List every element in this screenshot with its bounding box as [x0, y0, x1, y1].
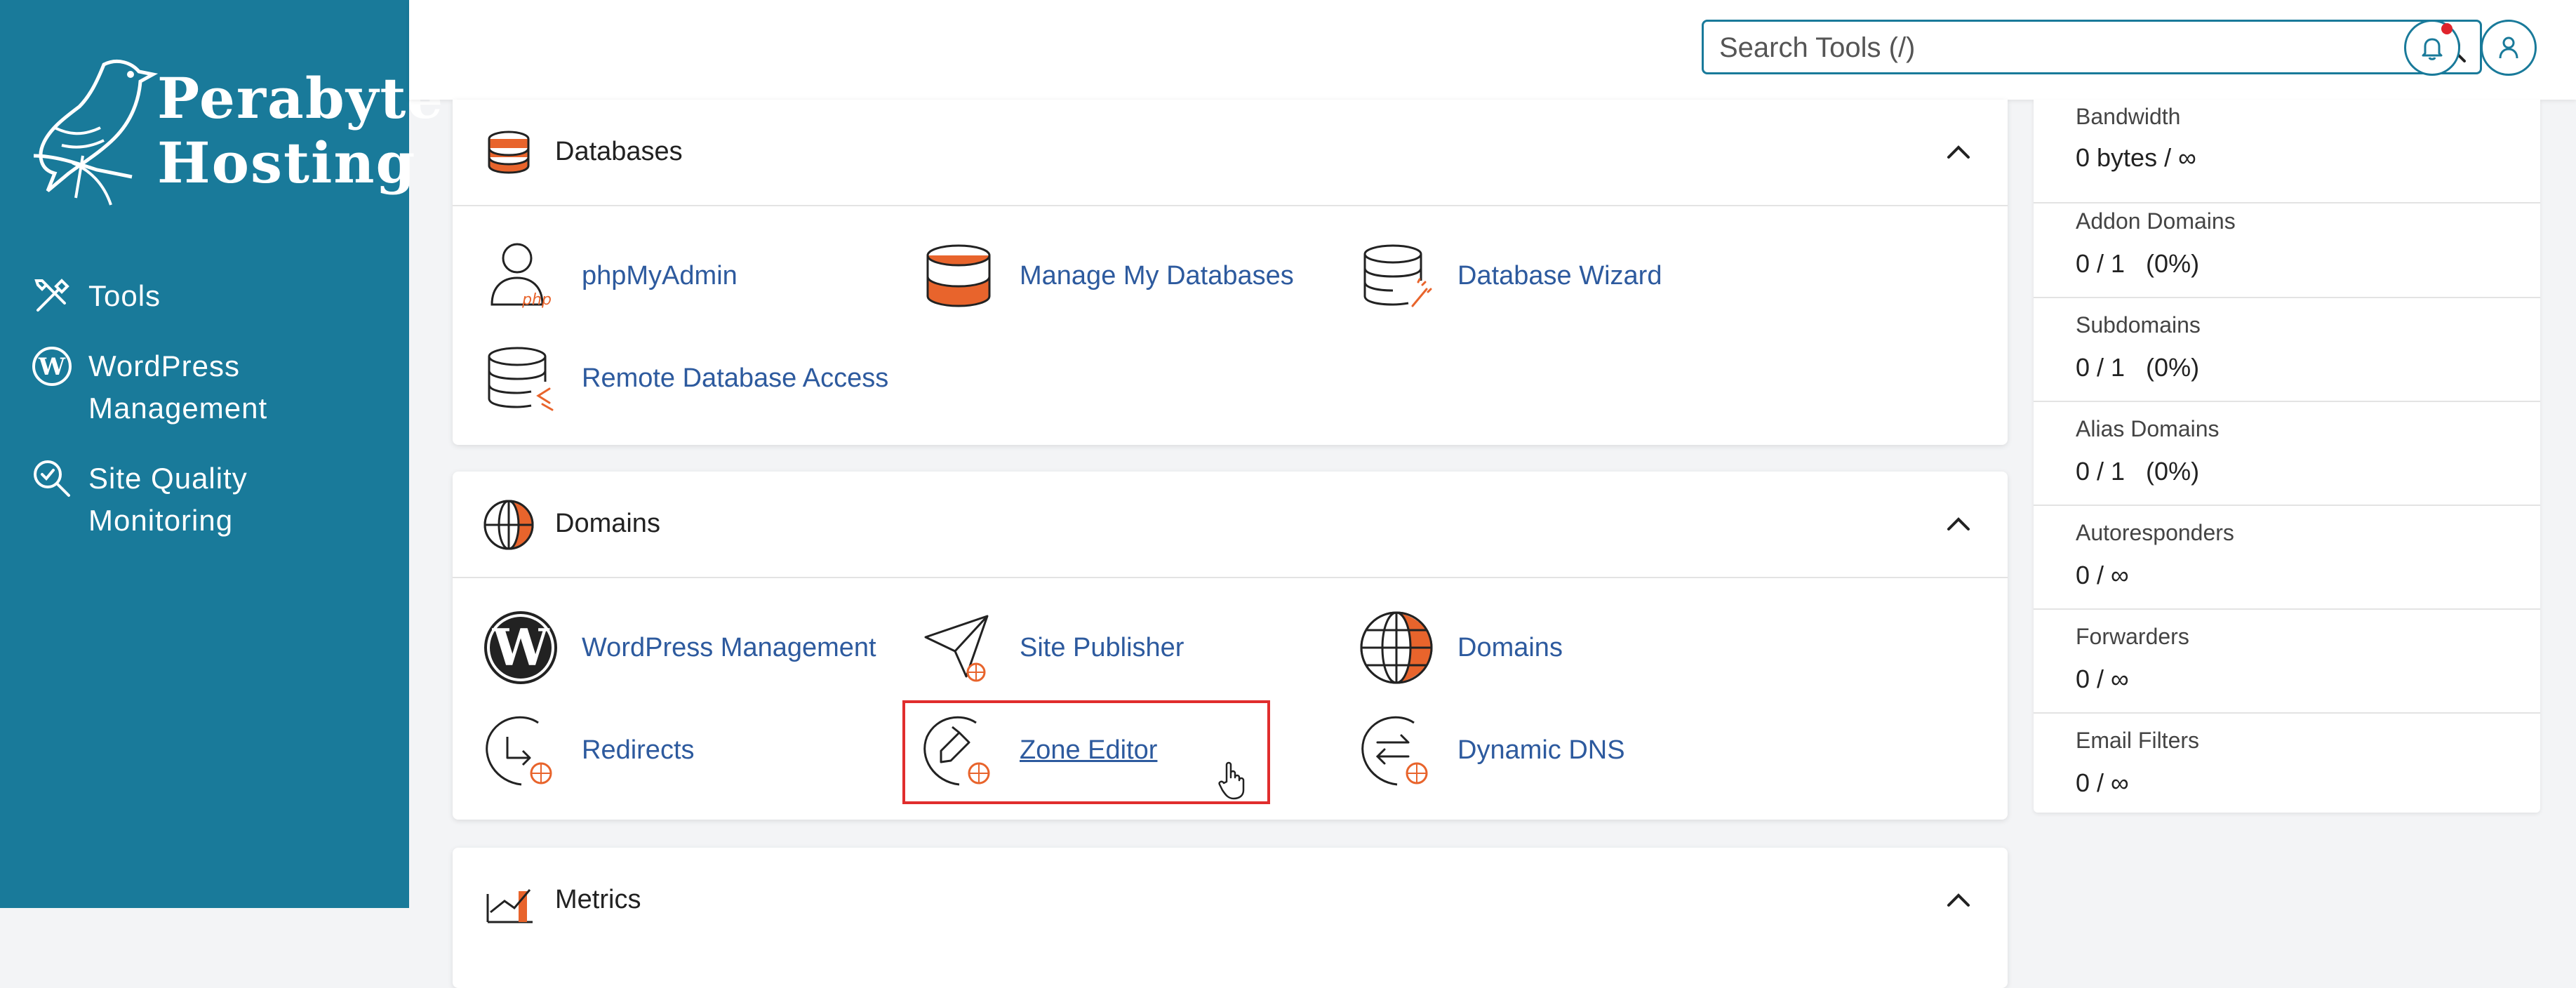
hand-cursor-icon — [1218, 761, 1245, 800]
stat-alias-domains: Alias Domains 0 / 1 (0%) — [2034, 402, 2540, 506]
databases-header[interactable]: Databases — [453, 100, 2008, 206]
site-publisher-icon — [924, 615, 989, 682]
chevron-up-icon[interactable] — [1943, 136, 1974, 167]
tool-label: Site Publisher — [1020, 632, 1184, 662]
databases-section-icon — [488, 131, 530, 174]
stat-label: Addon Domains — [2076, 208, 2236, 234]
sidebar: Perabyte Hosting Tools W WordPress Manag… — [0, 0, 443, 908]
stat-label: Autoresponders — [2076, 520, 2234, 545]
bird-logo-icon — [34, 60, 159, 206]
stat-bandwidth: Bandwidth 0 bytes / ∞ — [2034, 100, 2540, 203]
wordpress-icon: W — [484, 611, 557, 684]
section-title: Metrics — [555, 885, 641, 914]
stat-forwarders: Forwarders 0 / ∞ — [2034, 610, 2540, 714]
stat-label: Subdomains — [2076, 312, 2201, 338]
stat-label: Bandwidth — [2076, 104, 2181, 129]
svg-text:W: W — [38, 353, 66, 381]
notification-badge — [2441, 23, 2452, 34]
tool-phpmyadmin[interactable]: php phpMyAdmin — [482, 237, 738, 314]
databases-section: Databases php phpMyAdmin Manage My Datab… — [453, 100, 2008, 445]
sidebar-item-label-2: Monitoring — [88, 504, 234, 537]
stat-autoresponders: Autoresponders 0 / ∞ — [2034, 506, 2540, 610]
sidebar-item-label-2: Management — [88, 392, 268, 425]
phpmyadmin-icon: php — [490, 243, 552, 309]
zone-editor-highlight — [902, 700, 1270, 804]
bell-icon — [2422, 38, 2443, 60]
sidebar-item-label: Site Quality — [88, 462, 248, 495]
stat-email-filters: Email Filters 0 / ∞ — [2034, 714, 2540, 817]
user-icon — [2499, 36, 2518, 59]
tool-label: Remote Database Access — [582, 363, 889, 393]
domains-section-icon — [483, 500, 534, 550]
tool-dynamic-dns[interactable]: Dynamic DNS — [1358, 712, 1625, 789]
brand-line1: Perabyte — [157, 65, 445, 131]
sidebar-item-label: WordPress — [88, 349, 240, 382]
tool-label: Redirects — [582, 735, 695, 765]
domains-header[interactable]: Domains — [453, 472, 2008, 578]
metrics-header[interactable]: Metrics — [453, 848, 2008, 954]
stat-value: 0 / ∞ — [2076, 768, 2129, 797]
section-title: Databases — [555, 137, 683, 166]
tool-domains[interactable]: Domains — [1358, 609, 1563, 686]
database-icon — [926, 244, 991, 307]
tool-database-wizard[interactable]: Database Wizard — [1358, 237, 1662, 314]
chevron-up-icon[interactable] — [1943, 884, 1974, 915]
metrics-section: Metrics — [453, 848, 2008, 988]
wordpress-icon: W — [32, 347, 72, 386]
globe-icon — [1360, 611, 1433, 684]
stat-value: 0 / 1 (0%) — [2076, 353, 2200, 382]
database-wizard-icon — [1363, 244, 1432, 307]
stat-value: 0 / ∞ — [2076, 665, 2129, 693]
tool-label: Database Wizard — [1457, 260, 1662, 291]
stat-value: 0 / 1 (0%) — [2076, 457, 2200, 486]
stat-label: Email Filters — [2076, 728, 2200, 753]
brand-line2: Hosting — [157, 130, 417, 196]
tool-label: Manage My Databases — [1020, 260, 1294, 291]
brand-name: Perabyte Hosting — [157, 66, 444, 195]
stat-addon-domains: Addon Domains 0 / 1 (0%) — [2034, 194, 2540, 298]
user-menu-button[interactable] — [2481, 20, 2537, 76]
stat-value: 0 / 1 (0%) — [2076, 249, 2200, 278]
top-header — [409, 0, 2576, 100]
notifications-button[interactable] — [2404, 20, 2460, 76]
tool-remote-database[interactable]: Remote Database Access — [482, 340, 888, 417]
redirect-icon — [486, 716, 552, 786]
tools-icon — [34, 279, 69, 312]
search-input[interactable] — [1718, 27, 2394, 68]
metrics-section-icon — [486, 889, 533, 923]
brand-logo[interactable]: Perabyte Hosting — [34, 51, 443, 212]
tool-label: phpMyAdmin — [582, 260, 738, 291]
stat-label: Forwarders — [2076, 624, 2189, 649]
dynamic-dns-icon — [1361, 716, 1428, 786]
sidebar-item-site-quality[interactable]: Site Quality Monitoring — [31, 458, 248, 542]
tool-redirects[interactable]: Redirects — [482, 712, 695, 789]
stat-value: 0 bytes / ∞ — [2076, 143, 2196, 172]
tool-label: Dynamic DNS — [1457, 735, 1625, 765]
stat-subdomains: Subdomains 0 / 1 (0%) — [2034, 298, 2540, 402]
tool-wordpress-management[interactable]: W WordPress Management — [482, 609, 876, 686]
stat-value: 0 / ∞ — [2076, 561, 2129, 589]
svg-text:php: php — [521, 291, 552, 309]
tool-manage-databases[interactable]: Manage My Databases — [920, 237, 1294, 314]
remote-database-icon — [488, 347, 554, 411]
stats-panel: Bandwidth 0 bytes / ∞ Addon Domains 0 / … — [2034, 100, 2540, 813]
sidebar-item-label: Tools — [88, 279, 161, 312]
tool-label: WordPress Management — [582, 632, 876, 662]
tool-label: Domains — [1457, 632, 1563, 662]
site-quality-icon — [34, 460, 70, 497]
tool-site-publisher[interactable]: Site Publisher — [920, 609, 1184, 686]
chevron-up-icon[interactable] — [1943, 508, 1974, 539]
stat-label: Alias Domains — [2076, 416, 2220, 441]
search-box — [1702, 20, 2482, 74]
sidebar-item-wordpress[interactable]: W WordPress Management — [31, 345, 267, 429]
sidebar-item-tools[interactable]: Tools — [31, 275, 161, 317]
svg-text:W: W — [492, 618, 550, 677]
section-title: Domains — [555, 509, 660, 538]
